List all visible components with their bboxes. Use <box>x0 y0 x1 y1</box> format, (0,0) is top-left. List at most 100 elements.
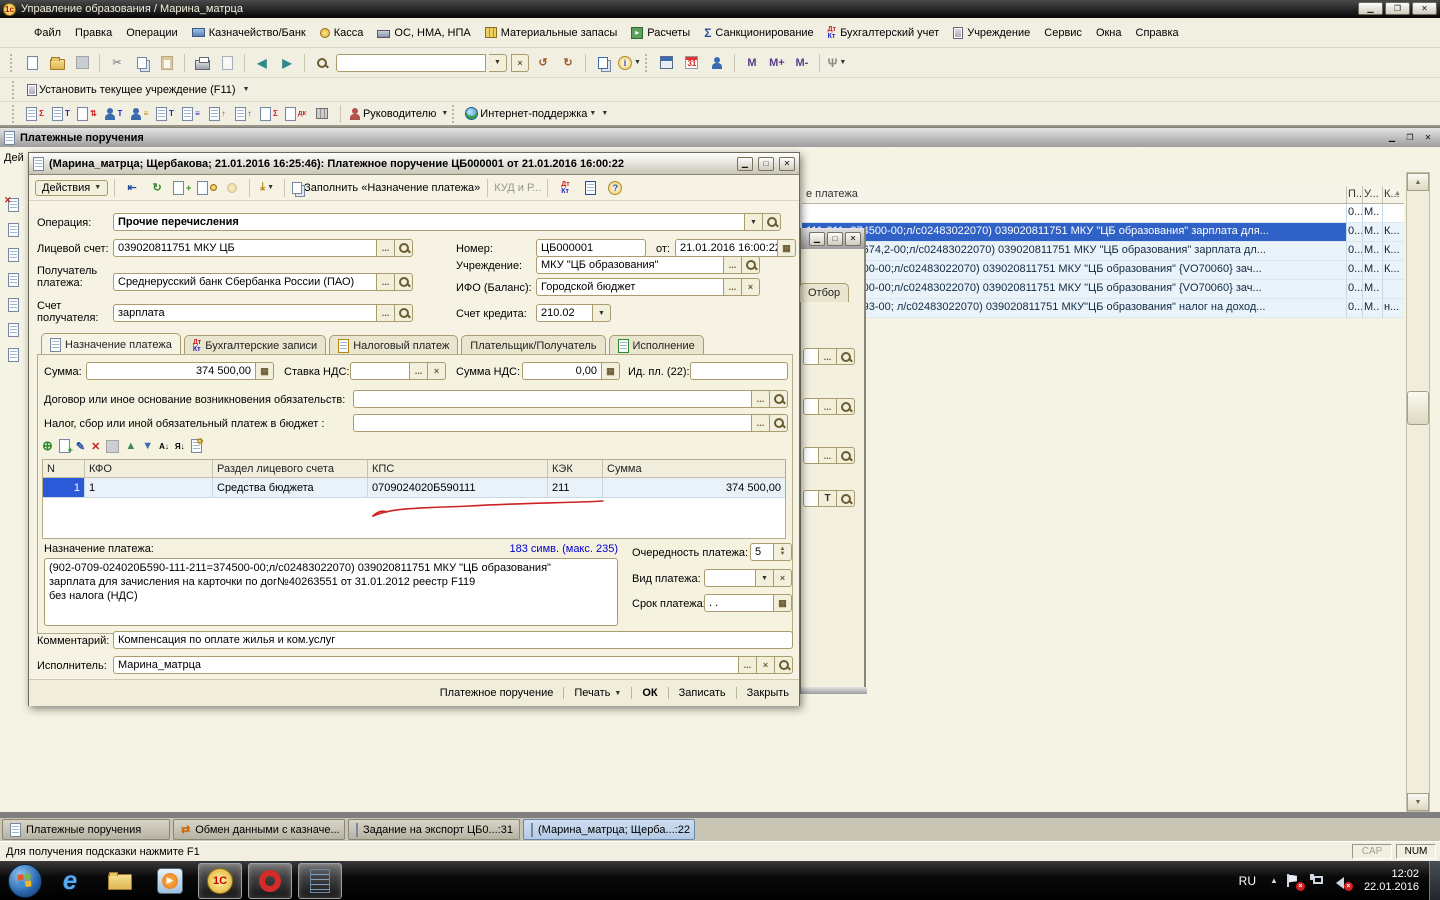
user-list-button[interactable]: ≡ <box>128 103 150 125</box>
contract-value[interactable] <box>353 390 752 408</box>
menu-materials[interactable]: Материальные запасы <box>485 27 618 39</box>
dialog-titlebar[interactable]: (Марина_матрца; Щербакова; 21.01.2016 16… <box>29 153 799 175</box>
scroll-down-button[interactable]: ▼ <box>1407 793 1429 811</box>
col-section[interactable]: Раздел лицевого счета <box>213 460 368 478</box>
set-institution-dropdown[interactable]: ▼ <box>243 86 250 93</box>
doc-list-button[interactable]: ≡ <box>180 103 202 125</box>
menu-edit[interactable]: Правка <box>75 27 112 39</box>
taskbar-ie-icon[interactable]: e <box>48 863 92 899</box>
forward-button[interactable]: ▶ <box>276 52 298 74</box>
col-kfo[interactable]: КФО <box>85 460 213 478</box>
app-close-button[interactable]: ✕ <box>1412 2 1437 15</box>
show-desktop-button[interactable] <box>1429 861 1440 900</box>
clock[interactable]: 12:02 22.01.2016 <box>1364 868 1419 894</box>
filter-search-2[interactable] <box>837 398 855 415</box>
col-n[interactable]: N <box>43 460 85 478</box>
bg-list-row[interactable]: 0... М.. <box>802 204 1404 223</box>
coins-button[interactable] <box>221 177 243 199</box>
table-doc-button[interactable]: Т <box>50 103 72 125</box>
move-down-icon[interactable]: ▼ <box>142 440 153 452</box>
payee-search-button[interactable] <box>395 273 413 291</box>
action-center-icon[interactable]: × <box>1286 874 1302 888</box>
taskbar-notepad-icon[interactable] <box>298 863 342 899</box>
filter-ellipsis-1[interactable]: ... <box>819 348 837 365</box>
filter-search-3[interactable] <box>837 447 855 464</box>
ok-button[interactable]: ОК <box>632 687 668 699</box>
sum-value[interactable]: 374 500,00 <box>86 362 256 380</box>
tab-payer-payee[interactable]: Плательщик/Получатель <box>461 335 605 355</box>
col-kek[interactable]: КЭК <box>548 460 603 478</box>
tab-tax-payment[interactable]: Налоговый платеж <box>329 335 458 355</box>
tab-purpose[interactable]: Назначение платежа <box>41 333 181 355</box>
menu-os[interactable]: ОС, НМА, НПА <box>377 27 470 39</box>
operation-search-button[interactable] <box>763 213 781 231</box>
payment-kind-clear[interactable]: × <box>774 569 792 587</box>
dk-doc-button[interactable]: дк <box>284 103 307 125</box>
vat-value[interactable]: 0,00 <box>522 362 602 380</box>
tax-ellipsis-button[interactable]: ... <box>752 414 770 432</box>
sort-desc-icon[interactable]: Я↓ <box>175 442 185 451</box>
ifo-ellipsis-button[interactable]: ... <box>724 278 742 296</box>
vat-rate-value[interactable] <box>350 362 410 380</box>
volume-icon[interactable]: × <box>1334 874 1350 888</box>
taskbar-opera-icon[interactable] <box>248 863 292 899</box>
scroll-up-button[interactable]: ▲ <box>1407 173 1429 191</box>
payee-account-ellipsis-button[interactable]: ... <box>377 304 395 322</box>
bg-list-row[interactable]: 111-211=6000-00;л/с02483022070) 03902081… <box>802 280 1404 299</box>
app-minimize-button[interactable]: ▁ <box>1358 2 1383 15</box>
app-maximize-button[interactable]: ❐ <box>1385 2 1410 15</box>
institution-search-button[interactable] <box>742 256 760 274</box>
menu-sanction[interactable]: ΣСанкционирование <box>704 26 813 40</box>
menu-calc[interactable]: ▸Расчеты <box>631 27 690 39</box>
menu-file[interactable]: Файл <box>34 27 61 39</box>
set-institution-button[interactable]: Установить текущее учреждение (F11) <box>26 79 237 101</box>
doc-up-t-button[interactable]: ↑ <box>206 103 228 125</box>
delete-row-icon[interactable]: ✕ <box>91 440 100 453</box>
comment-value[interactable]: Компенсация по оплате жилья и ком.услуг <box>113 631 793 649</box>
windows-list-button[interactable] <box>592 52 614 74</box>
taskbar-explorer-icon[interactable] <box>98 863 142 899</box>
kud-button[interactable]: КУД и Р... <box>494 182 541 194</box>
copy-row-icon[interactable]: + <box>59 439 70 453</box>
dialog-minimize-button[interactable]: ▁ <box>737 157 753 171</box>
dtkt-button[interactable]: ДтКт <box>554 177 576 199</box>
manager-dropdown[interactable]: ▼ <box>441 110 448 117</box>
open-button[interactable] <box>46 52 68 74</box>
table-row[interactable]: 1 1 Средства бюджета 0709024020Б590111 2… <box>43 478 785 498</box>
window-tab-exchange[interactable]: ⇄Обмен данными с казначе... <box>173 819 345 840</box>
priority-value[interactable]: 5 <box>750 543 774 561</box>
purpose-textarea[interactable]: (902-0709-024020Б590-111-211=374500-00;л… <box>44 558 618 626</box>
window-tab-current[interactable]: (Марина_матрца; Щерба...:22 <box>523 819 695 840</box>
find-next-button[interactable]: ↺ <box>532 52 554 74</box>
window-tab-export[interactable]: Задание на экспорт ЦБ0...:31 <box>348 819 520 840</box>
taskbar-1c-icon[interactable]: 1С <box>198 863 242 899</box>
close-button[interactable]: Закрыть <box>737 687 799 699</box>
exchange-button[interactable]: ⇅ <box>76 103 98 125</box>
copy-button[interactable] <box>131 52 153 74</box>
payment-kind-dropdown[interactable]: ▼ <box>756 569 774 587</box>
mdi-close-button[interactable]: ✕ <box>1420 131 1436 145</box>
bg-list-row-selected[interactable]: 111-211=374500-00;л/с02483022070) 039020… <box>802 223 1404 242</box>
doc-t-button[interactable]: Т <box>154 103 176 125</box>
payee-ellipsis-button[interactable]: ... <box>377 273 395 291</box>
memory-button[interactable]: M <box>741 52 763 74</box>
print-button[interactable] <box>191 52 213 74</box>
sum-doc-button[interactable]: Σ <box>24 103 46 125</box>
filter-search-4[interactable] <box>837 490 855 507</box>
calculator-button[interactable] <box>656 52 678 74</box>
priority-spinner[interactable]: ▲▼ <box>774 543 792 561</box>
search-clear-button[interactable]: × <box>511 54 529 72</box>
network-icon[interactable] <box>1310 874 1326 888</box>
filter-input-1[interactable] <box>803 348 819 365</box>
col-kps[interactable]: КПС <box>368 460 548 478</box>
institution-value[interactable]: МКУ "ЦБ образования" <box>536 256 724 274</box>
operation-dropdown-button[interactable]: ▼ <box>745 213 763 231</box>
contract-search-button[interactable] <box>770 390 788 408</box>
info-button[interactable]: i▼ <box>617 52 642 74</box>
dialog-maximize-button[interactable]: □ <box>758 157 774 171</box>
account-search-button[interactable] <box>395 239 413 257</box>
copy-new-button[interactable]: + <box>171 177 193 199</box>
account-ellipsis-button[interactable]: ... <box>377 239 395 257</box>
account-value[interactable]: 039020811751 МКУ ЦБ <box>113 239 377 257</box>
find-prev-button[interactable]: ↻ <box>557 52 579 74</box>
